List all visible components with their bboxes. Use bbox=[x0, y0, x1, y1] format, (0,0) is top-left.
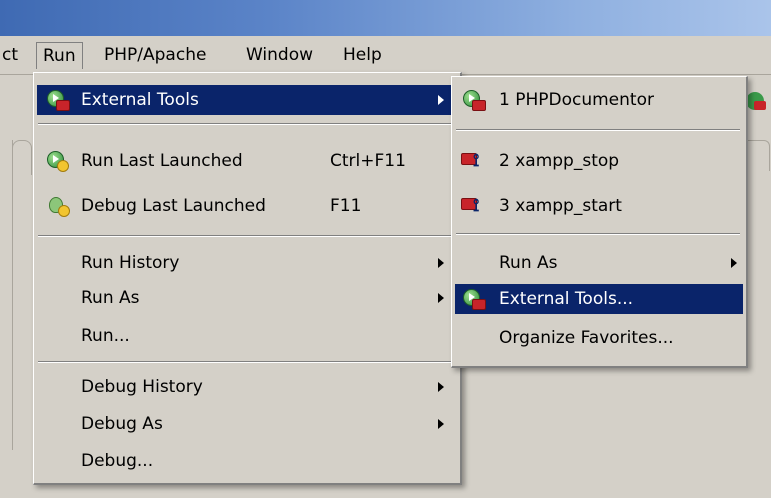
editor-tab[interactable] bbox=[12, 140, 32, 175]
xampp-icon: ⟟ bbox=[461, 196, 483, 216]
external-tools-icon bbox=[47, 90, 70, 111]
menu-separator bbox=[456, 233, 740, 235]
menu-item-label: 2 xampp_stop bbox=[499, 151, 620, 171]
menu-item-debug-last-launched[interactable]: Debug Last Launched F11 bbox=[37, 191, 457, 221]
menu-item-label: Debug Last Launched bbox=[81, 196, 266, 216]
menu-separator bbox=[456, 129, 740, 131]
menu-separator bbox=[38, 235, 454, 237]
menu-run[interactable]: Run bbox=[36, 42, 83, 69]
menu-window[interactable]: Window bbox=[246, 42, 313, 68]
menu-item-label: Run As bbox=[499, 253, 558, 273]
menu-item-debug[interactable]: Debug... bbox=[37, 446, 457, 476]
window-title-bar bbox=[0, 0, 771, 36]
menu-bar: ct Run PHP/Apache Window Help bbox=[0, 36, 771, 75]
menu-item-run-last-launched[interactable]: Run Last Launched Ctrl+F11 bbox=[37, 146, 457, 176]
submenu-item-external-tools-dialog[interactable]: External Tools... bbox=[455, 284, 743, 314]
menu-separator bbox=[38, 123, 454, 125]
menu-item-label: Run... bbox=[81, 326, 130, 346]
menu-item-label: 3 xampp_start bbox=[499, 196, 622, 216]
menu-item-external-tools[interactable]: External Tools bbox=[37, 85, 457, 115]
submenu-arrow-icon bbox=[438, 258, 444, 268]
menu-item-label: Run Last Launched bbox=[81, 151, 243, 171]
submenu-arrow-icon bbox=[731, 258, 737, 268]
submenu-arrow-icon bbox=[438, 382, 444, 392]
editor-panel-edge bbox=[0, 140, 13, 450]
submenu-item-organize-favorites[interactable]: Organize Favorites... bbox=[455, 323, 743, 353]
xampp-icon: ⟟ bbox=[461, 151, 483, 171]
external-tools-icon bbox=[463, 289, 486, 310]
menu-item-shortcut: F11 bbox=[330, 196, 362, 216]
menu-item-debug-as[interactable]: Debug As bbox=[37, 409, 457, 439]
debug-last-launched-icon bbox=[47, 196, 70, 217]
run-menu: External Tools Run Last Launched Ctrl+F1… bbox=[33, 72, 462, 485]
toolbar-external-tools-icon[interactable] bbox=[746, 92, 766, 110]
submenu-item-xampp-start[interactable]: ⟟ 3 xampp_start bbox=[455, 191, 743, 221]
menu-item-shortcut: Ctrl+F11 bbox=[330, 151, 406, 171]
menu-item-label: Debug As bbox=[81, 414, 163, 434]
menu-item-label: 1 PHPDocumentor bbox=[499, 90, 654, 110]
menu-project[interactable]: ct bbox=[2, 42, 18, 68]
submenu-arrow-icon bbox=[438, 293, 444, 303]
menu-help[interactable]: Help bbox=[343, 42, 382, 68]
menu-php-apache[interactable]: PHP/Apache bbox=[104, 42, 206, 68]
menu-item-label: Run As bbox=[81, 288, 140, 308]
menu-item-label: Organize Favorites... bbox=[499, 328, 674, 348]
submenu-item-phpdocumentor[interactable]: 1 PHPDocumentor bbox=[455, 85, 743, 115]
submenu-item-xampp-stop[interactable]: ⟟ 2 xampp_stop bbox=[455, 146, 743, 176]
menu-item-label: External Tools bbox=[81, 90, 199, 110]
run-last-launched-icon bbox=[47, 151, 69, 172]
external-tools-icon bbox=[463, 90, 486, 111]
submenu-item-run-as[interactable]: Run As bbox=[455, 248, 743, 278]
menu-item-run-history[interactable]: Run History bbox=[37, 248, 457, 278]
menu-item-label: Debug History bbox=[81, 377, 203, 397]
submenu-arrow-icon bbox=[438, 419, 444, 429]
submenu-arrow-icon bbox=[438, 95, 444, 105]
menu-separator bbox=[38, 361, 454, 363]
menu-item-label: Run History bbox=[81, 253, 180, 273]
menu-item-debug-history[interactable]: Debug History bbox=[37, 372, 457, 402]
menu-item-label: Debug... bbox=[81, 451, 154, 471]
menu-item-run-as[interactable]: Run As bbox=[37, 283, 457, 313]
menu-item-label: External Tools... bbox=[499, 289, 634, 309]
external-tools-submenu: 1 PHPDocumentor ⟟ 2 xampp_stop ⟟ 3 xampp… bbox=[451, 76, 748, 368]
menu-item-run[interactable]: Run... bbox=[37, 321, 457, 351]
